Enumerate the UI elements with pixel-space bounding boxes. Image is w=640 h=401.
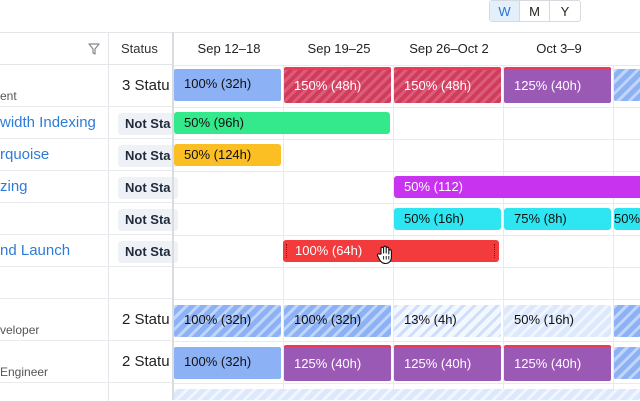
status-column-header[interactable]: Status <box>108 33 172 64</box>
workload-bar[interactable]: 100% (32h) <box>284 305 391 337</box>
status-chip[interactable]: Not Sta <box>118 209 178 231</box>
divider <box>174 235 640 236</box>
workload-bar-overallocated[interactable]: 150% (48h) <box>394 67 501 103</box>
group-name: ent <box>0 89 17 103</box>
workload-bar[interactable] <box>614 347 640 379</box>
group-name: Engineer <box>0 365 49 379</box>
task-link[interactable]: width Indexing <box>0 114 96 131</box>
divider <box>174 267 640 268</box>
week-header: Oct 3–9 <box>536 41 582 56</box>
divider <box>174 383 640 384</box>
workload-bar-overallocated[interactable]: 125% (40h) <box>284 345 391 381</box>
toolbar: W M Y <box>0 0 640 32</box>
status-cell <box>108 383 172 401</box>
divider <box>174 203 640 204</box>
divider <box>174 341 640 342</box>
divider <box>174 107 640 108</box>
status-cell <box>108 267 172 298</box>
resize-handle-left[interactable] <box>286 244 288 258</box>
workload-bar[interactable]: 100% (32h) <box>174 69 281 101</box>
scale-week-button[interactable]: W <box>490 1 520 21</box>
task-bar[interactable]: 50% (16h) <box>394 208 501 230</box>
week-header: Sep 12–18 <box>197 41 261 56</box>
divider <box>174 299 640 300</box>
group-row[interactable]: veloper 2 Statu <box>0 299 172 341</box>
group-status: 3 Statu <box>122 77 170 94</box>
task-link[interactable]: nd Launch <box>0 242 70 259</box>
week-header: Sep 26–Oct 2 <box>409 41 489 56</box>
task-link[interactable]: zing <box>0 178 28 195</box>
divider <box>174 65 640 66</box>
status-chip[interactable]: Not Sta <box>118 241 178 263</box>
status-chip[interactable]: Not Sta <box>118 177 178 199</box>
filter-icon[interactable] <box>88 43 100 55</box>
status-chip[interactable]: Not Sta <box>118 113 178 135</box>
resize-handle-right[interactable] <box>494 244 496 258</box>
task-row[interactable]: Not Sta <box>0 203 178 235</box>
workload-bar[interactable] <box>614 69 640 101</box>
task-row[interactable]: rquoise Not Sta <box>0 139 178 171</box>
status-header-label: Status <box>121 41 158 56</box>
task-bar-label: 100% (64h) <box>295 243 363 258</box>
grid-header: Status <box>0 33 172 65</box>
task-bar[interactable]: 50% (112) <box>394 176 640 198</box>
group-row <box>0 383 172 401</box>
task-row[interactable]: nd Launch Not Sta <box>0 235 178 267</box>
group-status: 2 Statu <box>122 311 170 328</box>
task-bar[interactable]: 50% (124h) <box>174 144 281 166</box>
workload-bar-overallocated[interactable]: 125% (40h) <box>504 67 611 103</box>
workload-bar-overallocated[interactable]: 125% (40h) <box>504 345 611 381</box>
workload-bar[interactable]: 13% (4h) <box>394 305 501 337</box>
workload-bar[interactable]: 50% (16h) <box>504 305 611 337</box>
divider <box>174 171 640 172</box>
workload-bar-overallocated[interactable]: 150% (48h) <box>284 67 391 103</box>
grab-hand-icon <box>376 245 392 265</box>
task-row[interactable]: zing Not Sta <box>0 171 178 203</box>
workload-bar[interactable]: 100% (32h) <box>174 347 281 379</box>
scale-month-button[interactable]: M <box>520 1 550 21</box>
group-name: veloper <box>0 323 40 337</box>
task-bar[interactable]: 50% (96h) <box>174 112 390 134</box>
workload-bar[interactable] <box>174 389 640 400</box>
divider <box>174 139 640 140</box>
task-bar[interactable]: 50% (1 <box>614 208 640 230</box>
task-grid: Status ent 3 Statu width Indexing Not St… <box>0 32 178 401</box>
gantt-timeline: Sep 12–18 Sep 19–25 Sep 26–Oct 2 Oct 3–9… <box>174 32 640 400</box>
time-scale-switch: W M Y <box>489 0 581 22</box>
empty-row <box>0 267 172 299</box>
workload-bar-overallocated[interactable]: 125% (40h) <box>394 345 501 381</box>
task-bar[interactable]: 75% (8h) <box>504 208 611 230</box>
task-row[interactable]: width Indexing Not Sta <box>0 107 178 139</box>
week-header: Sep 19–25 <box>307 41 371 56</box>
task-link[interactable]: rquoise <box>0 146 49 163</box>
scale-year-button[interactable]: Y <box>550 1 580 21</box>
task-column-header <box>0 33 108 64</box>
group-row[interactable]: ent 3 Statu <box>0 65 172 107</box>
group-status: 2 Statu <box>122 353 170 370</box>
workload-bar[interactable] <box>614 305 640 337</box>
status-chip[interactable]: Not Sta <box>118 145 178 167</box>
workload-bar[interactable]: 100% (32h) <box>174 305 281 337</box>
group-row[interactable]: Engineer 2 Statu <box>0 341 172 383</box>
